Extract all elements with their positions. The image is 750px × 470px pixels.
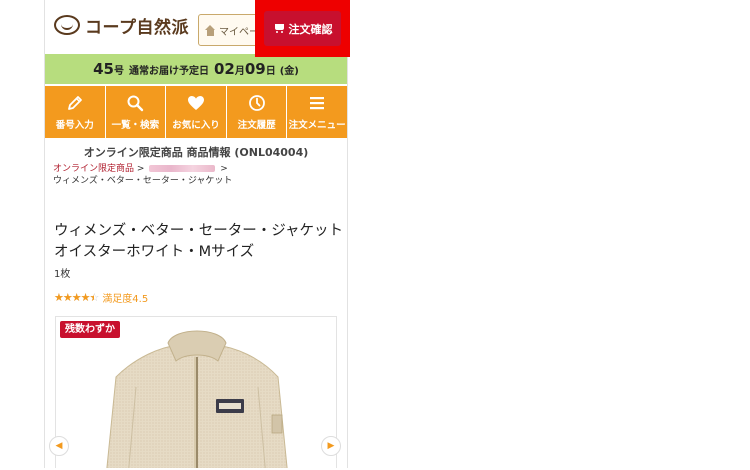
house-icon <box>205 24 216 36</box>
main-nav: 番号入力 一覧・検索 お気に入り 注文履歴 注文メニュー <box>45 86 347 138</box>
rating-score: 満足度4.5 <box>102 294 149 305</box>
nav-favorites[interactable]: お気に入り <box>166 86 227 138</box>
delivery-date-bar: 45 号 通常お届け予定日 02 月 09 日 (金) <box>45 54 347 84</box>
menu-icon <box>307 93 327 113</box>
cart-icon <box>273 23 285 34</box>
breadcrumb-separator: > <box>136 164 145 174</box>
order-confirm-label: 注文確認 <box>288 22 333 36</box>
breadcrumb-separator: > <box>220 164 228 174</box>
chevron-right-icon: ▶ <box>327 441 335 451</box>
nav-label: 番号入力 <box>55 120 94 131</box>
month-suffix: 月 <box>234 65 245 77</box>
nav-number-input[interactable]: 番号入力 <box>45 86 106 138</box>
mobile-page: コープ自然派 マイページ 45 号 通常お届け予定日 02 月 09 日 (金)… <box>44 0 348 468</box>
delivery-label: 通常お届け予定日 <box>128 65 209 77</box>
nav-order-history[interactable]: 注文履歴 <box>226 86 288 138</box>
nav-label: 注文メニュー <box>288 120 346 131</box>
product-quantity: 1枚 <box>54 269 71 280</box>
carousel-next-button[interactable]: ▶ <box>321 436 341 456</box>
nav-label: お気に入り <box>172 120 220 131</box>
clock-icon <box>247 93 267 113</box>
rating: ☆☆☆☆☆★★★★★ 満足度4.5 <box>54 290 148 305</box>
star-rating-fill: ★★★★★ <box>54 291 94 304</box>
star-rating-icon: ☆☆☆☆☆★★★★★ <box>54 290 99 304</box>
product-info-title: オンライン限定商品 商品情報 (ONL04004) <box>83 146 309 159</box>
nav-list-search[interactable]: 一覧・検索 <box>105 86 167 138</box>
order-confirm-button[interactable]: 注文確認 <box>264 11 341 46</box>
heart-icon <box>186 93 206 113</box>
breadcrumb-current: ウィメンズ・ベター・セーター・ジャケット <box>53 176 233 186</box>
delivery-day: 09 <box>244 60 266 78</box>
search-icon <box>125 93 145 113</box>
logo-text: コープ自然派 <box>85 17 189 38</box>
breadcrumb-link-online-limited[interactable]: オンライン限定商品 <box>53 164 134 174</box>
site-logo[interactable]: コープ自然派 <box>54 12 189 38</box>
product-image[interactable]: 残数わずか <box>55 316 337 468</box>
product-name-line2: オイスターホワイト・Mサイズ <box>54 244 255 260</box>
issue-number: 45 <box>93 60 114 78</box>
delivery-month: 02 <box>213 60 235 78</box>
jacket-image <box>106 330 288 468</box>
low-stock-badge: 残数わずか <box>60 321 120 338</box>
delivery-weekday: (金) <box>279 65 299 77</box>
breadcrumb-redacted-link[interactable] <box>149 165 216 172</box>
pencil-icon <box>65 93 85 113</box>
product-name-line1: ウィメンズ・ベター・セーター・ジャケット <box>54 223 343 239</box>
issue-suffix: 号 <box>113 65 124 77</box>
logo-mark-icon <box>54 15 80 35</box>
nav-order-menu[interactable]: 注文メニュー <box>287 86 347 138</box>
nav-label: 注文履歴 <box>237 120 276 131</box>
breadcrumb: オンライン限定商品 > > ウィメンズ・ベター・セーター・ジャケット <box>53 163 232 187</box>
chevron-left-icon: ◀ <box>55 441 63 451</box>
nav-label: 一覧・検索 <box>111 120 160 131</box>
order-confirm-highlight: 注文確認 <box>255 0 350 57</box>
day-suffix: 日 <box>265 65 276 77</box>
product-name: ウィメンズ・ベター・セーター・ジャケット オイスターホワイト・Mサイズ <box>54 221 344 263</box>
carousel-prev-button[interactable]: ◀ <box>49 436 69 456</box>
